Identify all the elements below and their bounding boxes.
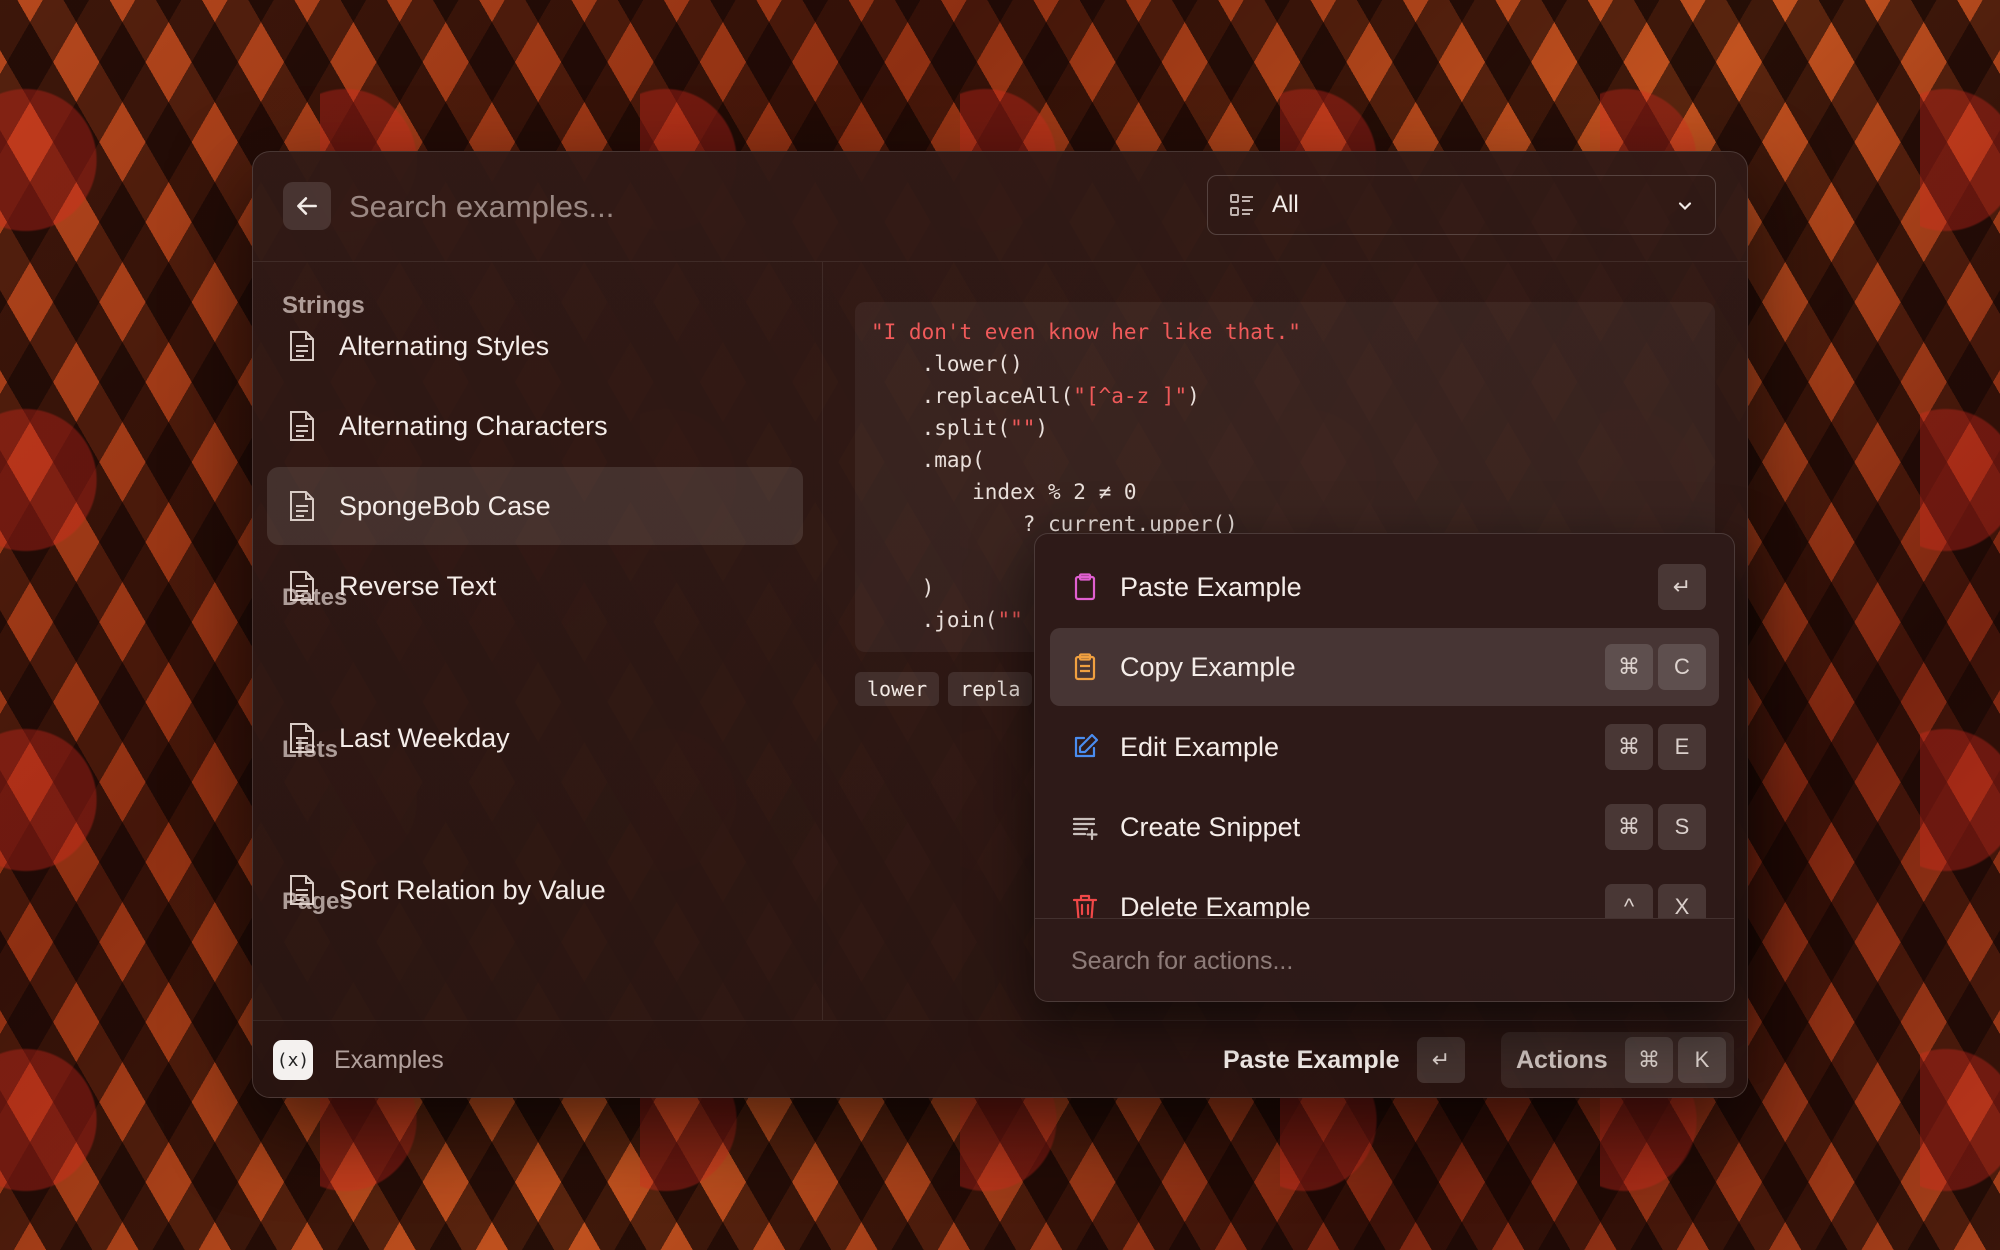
code-line: .replaceAll("[^a-z ]")	[871, 384, 1200, 408]
tag: lower	[855, 672, 940, 706]
action-label: Edit Example	[1120, 731, 1280, 762]
list-item-label: SpongeBob Case	[339, 490, 551, 521]
search-bar: All	[253, 152, 1747, 262]
document-icon	[290, 331, 314, 361]
command-key-icon: ⌘	[1605, 724, 1653, 770]
list-item-label: Reverse Text	[339, 570, 497, 601]
tag: repla	[948, 672, 1033, 706]
actions-search-input[interactable]	[1069, 937, 1673, 985]
code-line: .map(	[871, 448, 985, 472]
section-lists: Lists	[282, 736, 339, 763]
primary-action-button[interactable]: Paste Example	[1223, 1046, 1400, 1075]
action-label: Delete Example	[1120, 891, 1311, 919]
function-tags: lower repla	[855, 672, 1033, 706]
list-filter-icon	[1230, 194, 1253, 216]
section-pages: Pages	[282, 888, 353, 915]
s-key: S	[1658, 804, 1706, 850]
actions-menu: Paste Example ↵ Copy Example ⌘ C Edit Ex…	[1034, 533, 1735, 1002]
document-icon	[290, 491, 314, 521]
clipboard-icon	[1074, 573, 1096, 601]
action-copy-example[interactable]: Copy Example ⌘ C	[1050, 628, 1719, 706]
list-item-label: Last Weekday	[339, 722, 510, 753]
actions-menu-list: Paste Example ↵ Copy Example ⌘ C Edit Ex…	[1035, 534, 1734, 918]
pencil-icon	[1074, 733, 1099, 758]
clipboard-list-icon	[1074, 653, 1096, 681]
footer-bar: (x) Examples Paste Example ↵ Actions ⌘ K	[253, 1020, 1747, 1097]
k-key: K	[1678, 1037, 1726, 1083]
x-key: X	[1658, 884, 1706, 918]
action-label: Copy Example	[1120, 651, 1296, 682]
section-dates: Dates	[282, 584, 348, 611]
actions-search-bar	[1035, 918, 1734, 1001]
return-key-icon: ↵	[1417, 1037, 1465, 1083]
return-key-icon: ↵	[1658, 564, 1706, 610]
list-item-spongebob-case[interactable]: SpongeBob Case	[267, 467, 803, 545]
trash-icon	[1072, 894, 1098, 918]
examples-list: Strings Alternating Styles Alternating C…	[253, 262, 823, 1020]
action-delete-example[interactable]: Delete Example ^ X	[1050, 868, 1719, 918]
document-icon	[290, 411, 314, 441]
list-item-last-weekday[interactable]: Last Weekday	[267, 699, 803, 777]
list-item-alternating-styles[interactable]: Alternating Styles	[267, 307, 803, 385]
list-item-reverse-text[interactable]: Reverse Text	[267, 547, 803, 625]
list-item-label: Alternating Characters	[339, 410, 608, 441]
snippet-plus-icon	[1072, 817, 1098, 841]
code-line: index % 2 ≠ 0	[871, 480, 1137, 504]
command-key-icon: ⌘	[1605, 644, 1653, 690]
list-item-label: Sort Relation by Value	[339, 874, 606, 905]
action-label: Create Snippet	[1120, 811, 1301, 842]
command-key-icon: ⌘	[1605, 804, 1653, 850]
app-name: Examples	[334, 1046, 444, 1074]
action-edit-example[interactable]: Edit Example ⌘ E	[1050, 708, 1719, 786]
control-key-icon: ^	[1605, 884, 1653, 918]
search-input[interactable]	[347, 180, 1131, 234]
back-button[interactable]	[283, 182, 331, 230]
code-line: "I don't even know her like that."	[871, 320, 1301, 344]
filter-value: All	[1272, 191, 1299, 218]
command-key-icon: ⌘	[1625, 1037, 1673, 1083]
code-line: .split("")	[871, 416, 1049, 440]
chevron-down-icon	[1678, 202, 1692, 211]
code-line: .lower()	[871, 352, 1023, 376]
list-item-label: Alternating Styles	[339, 330, 550, 361]
e-key: E	[1658, 724, 1706, 770]
category-filter-dropdown[interactable]: All	[1207, 175, 1716, 235]
action-create-snippet[interactable]: Create Snippet ⌘ S	[1050, 788, 1719, 866]
variable-icon: (x)	[273, 1040, 313, 1080]
action-paste-example[interactable]: Paste Example ↵	[1050, 548, 1719, 626]
actions-button[interactable]: Actions ⌘ K	[1501, 1032, 1734, 1088]
actions-label: Actions	[1516, 1046, 1608, 1074]
list-item-alternating-characters[interactable]: Alternating Characters	[267, 387, 803, 465]
action-label: Paste Example	[1120, 571, 1302, 602]
arrow-left-icon	[297, 197, 317, 215]
c-key: C	[1658, 644, 1706, 690]
